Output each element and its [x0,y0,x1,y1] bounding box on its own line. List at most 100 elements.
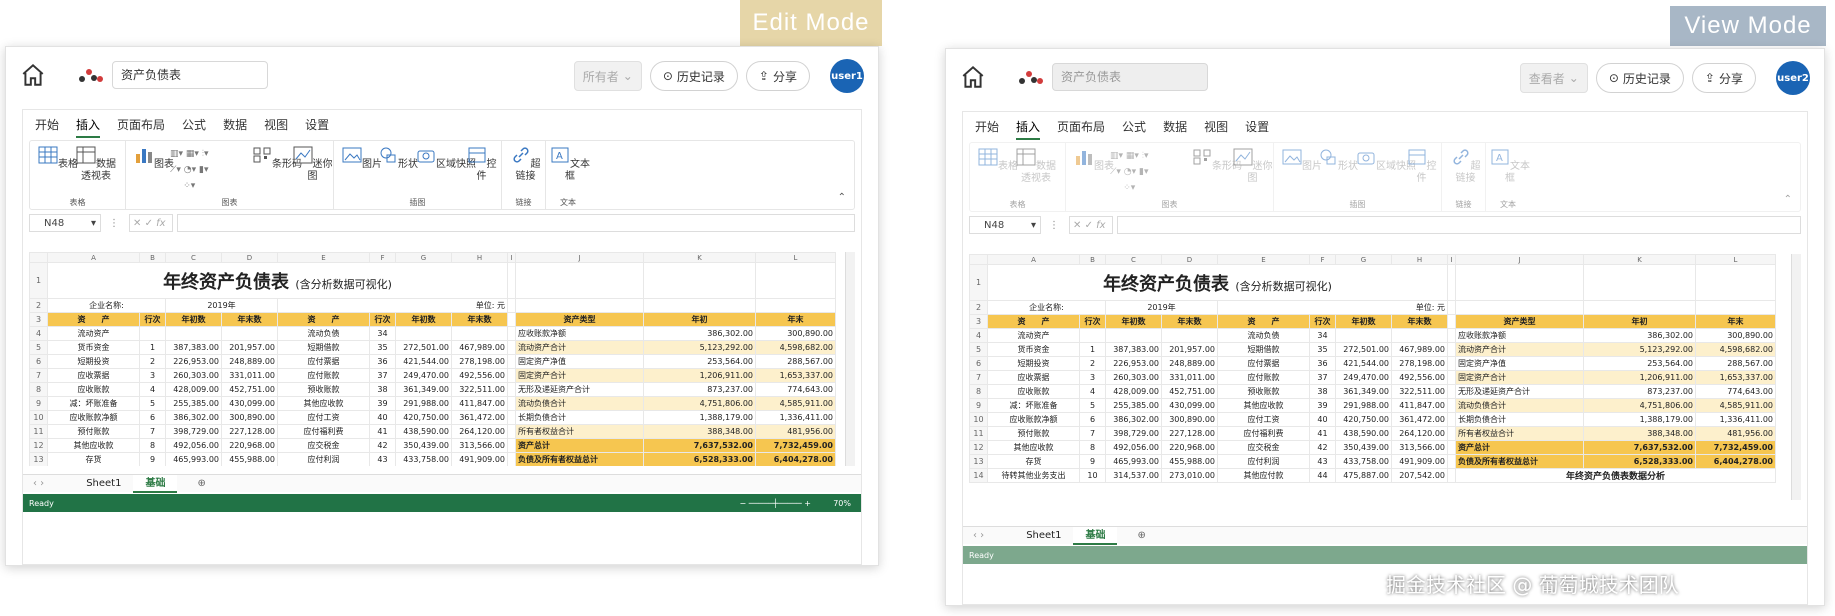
table-cell[interactable]: 存货 [47,452,140,466]
row-number[interactable]: 13 [969,454,988,469]
picture-button[interactable]: 图片 [342,146,382,171]
row-number[interactable]: 9 [29,396,48,411]
table-cell[interactable]: 207,542.00 [1391,468,1448,483]
corner-cell[interactable] [29,252,48,263]
tab-page-layout[interactable]: 页面布局 [1057,118,1105,140]
zoom-slider[interactable]: − ─────┼───── + [740,499,811,508]
analysis-cell[interactable]: 固定资产合计 [515,368,644,383]
table-cell[interactable]: 398,729.00 [1105,426,1162,441]
sheet-title[interactable]: 年终资产负债表 (含分析数据可视化) [47,262,508,299]
table-cell[interactable]: 41 [369,424,396,439]
control-button[interactable]: 控件 [462,146,501,183]
table-cell[interactable]: 411,847.00 [451,396,508,411]
table-cell[interactable]: 41 [1309,426,1336,441]
cell[interactable] [507,326,516,341]
header-cell[interactable]: 资 产 [1217,314,1310,329]
header-cell[interactable]: 行次 [139,312,166,327]
analysis-cell[interactable]: 6,404,278.00 [755,452,836,466]
header-cell[interactable]: 行次 [1309,314,1336,329]
table-cell[interactable]: 430,099.00 [221,396,278,411]
table-cell[interactable]: 37 [1309,370,1336,385]
header-cell[interactable]: 资 产 [277,312,370,327]
table-cell[interactable]: 313,566.00 [451,438,508,453]
table-cell[interactable]: 7 [1079,426,1106,441]
row-number[interactable]: 4 [969,328,988,343]
share-button[interactable]: ⇪ 分享 [1691,63,1756,93]
cell[interactable] [507,354,516,369]
table-cell[interactable]: 其他应收款 [1217,398,1310,413]
cell[interactable] [507,452,516,466]
table-cell[interactable]: 35 [1309,342,1336,357]
analysis-cell[interactable]: 资产总计 [1455,440,1584,455]
column-header[interactable]: K [643,252,756,263]
table-cell[interactable]: 300,890.00 [1161,412,1218,427]
header-cell[interactable]: 年末数 [221,312,278,327]
table-cell[interactable]: 467,989.00 [451,340,508,355]
cell[interactable] [1447,356,1456,371]
row-number[interactable]: 14 [969,468,988,483]
home-icon[interactable] [20,62,46,88]
table-cell[interactable]: 其他应收款 [277,396,370,411]
analysis-header-cell[interactable]: 资产类型 [1455,314,1584,329]
analysis-cell[interactable]: 流动负债合计 [1455,398,1584,413]
row-number[interactable]: 10 [29,410,48,425]
add-sheet-icon[interactable]: ⊕ [1137,530,1145,541]
column-header[interactable]: D [221,252,278,263]
table-cell[interactable]: 短期投资 [47,354,140,369]
home-icon[interactable] [960,64,986,90]
more-icon[interactable]: ⋮ [109,218,119,229]
cell[interactable] [1447,468,1456,483]
cell[interactable] [1583,264,1696,301]
analysis-cell[interactable]: 流动资产合计 [515,340,644,355]
table-cell[interactable]: 38 [369,382,396,397]
table-cell[interactable]: 220,968.00 [221,438,278,453]
table-cell[interactable]: 7 [139,424,166,439]
table-cell[interactable]: 1 [1079,342,1106,357]
column-header[interactable]: H [451,252,508,263]
table-cell[interactable] [451,326,508,341]
analysis-cell[interactable]: 1,653,337.00 [1695,370,1776,385]
hyperlink-button[interactable]: 超链接 [506,146,545,183]
table-cell[interactable]: 220,968.00 [1161,440,1218,455]
table-cell[interactable]: 421,544.00 [1335,356,1392,371]
analysis-cell[interactable]: 774,643.00 [1695,384,1776,399]
column-header[interactable]: H [1391,254,1448,265]
table-cell[interactable]: 42 [1309,440,1336,455]
cell[interactable] [507,438,516,453]
table-cell[interactable]: 361,472.00 [1391,412,1448,427]
name-box[interactable]: N48 ▾ [969,216,1041,234]
table-cell[interactable]: 短期借款 [277,340,370,355]
analysis-cell[interactable]: 388,348.00 [1583,426,1696,441]
analysis-cell[interactable]: 7,637,532.00 [643,438,756,453]
table-cell[interactable]: 38 [1309,384,1336,399]
vertical-scrollbar[interactable] [845,252,855,466]
tab-sheet1[interactable]: Sheet1 [74,475,133,493]
scroll-left-icon[interactable]: ‹ › [963,530,994,541]
analysis-cell[interactable]: 7,732,459.00 [755,438,836,453]
analysis-cell[interactable]: 固定资产净值 [515,354,644,369]
analysis-cell[interactable]: 无形及递延资产合计 [515,382,644,397]
analysis-cell[interactable]: 长期负债合计 [515,410,644,425]
row-number[interactable]: 8 [29,382,48,397]
table-cell[interactable]: 减：坏账准备 [47,396,140,411]
table-cell[interactable]: 流动负债 [277,326,370,341]
table-cell[interactable]: 492,556.00 [451,368,508,383]
analysis-cell[interactable]: 774,643.00 [755,382,836,397]
column-header[interactable]: C [165,252,222,263]
row-number[interactable]: 6 [29,354,48,369]
table-cell[interactable]: 272,501.00 [395,340,452,355]
table-cell[interactable]: 492,056.00 [165,438,222,453]
row-number[interactable]: 11 [969,426,988,441]
table-cell[interactable]: 455,988.00 [221,452,278,466]
table-cell[interactable]: 361,472.00 [451,410,508,425]
textbox-button[interactable]: A 文本框 [550,146,590,183]
analysis-header-cell[interactable]: 资产类型 [515,312,644,327]
analysis-cell[interactable]: 5,123,292.00 [1583,342,1696,357]
table-cell[interactable]: 其他应付款 [1217,468,1310,483]
table-cell[interactable]: 300,890.00 [221,410,278,425]
cell[interactable] [1447,412,1456,427]
table-cell[interactable]: 其他应收款 [987,440,1080,455]
analysis-cell[interactable]: 7,637,532.00 [1583,440,1696,455]
tab-data[interactable]: 数据 [223,116,247,138]
table-cell[interactable]: 350,439.00 [395,438,452,453]
